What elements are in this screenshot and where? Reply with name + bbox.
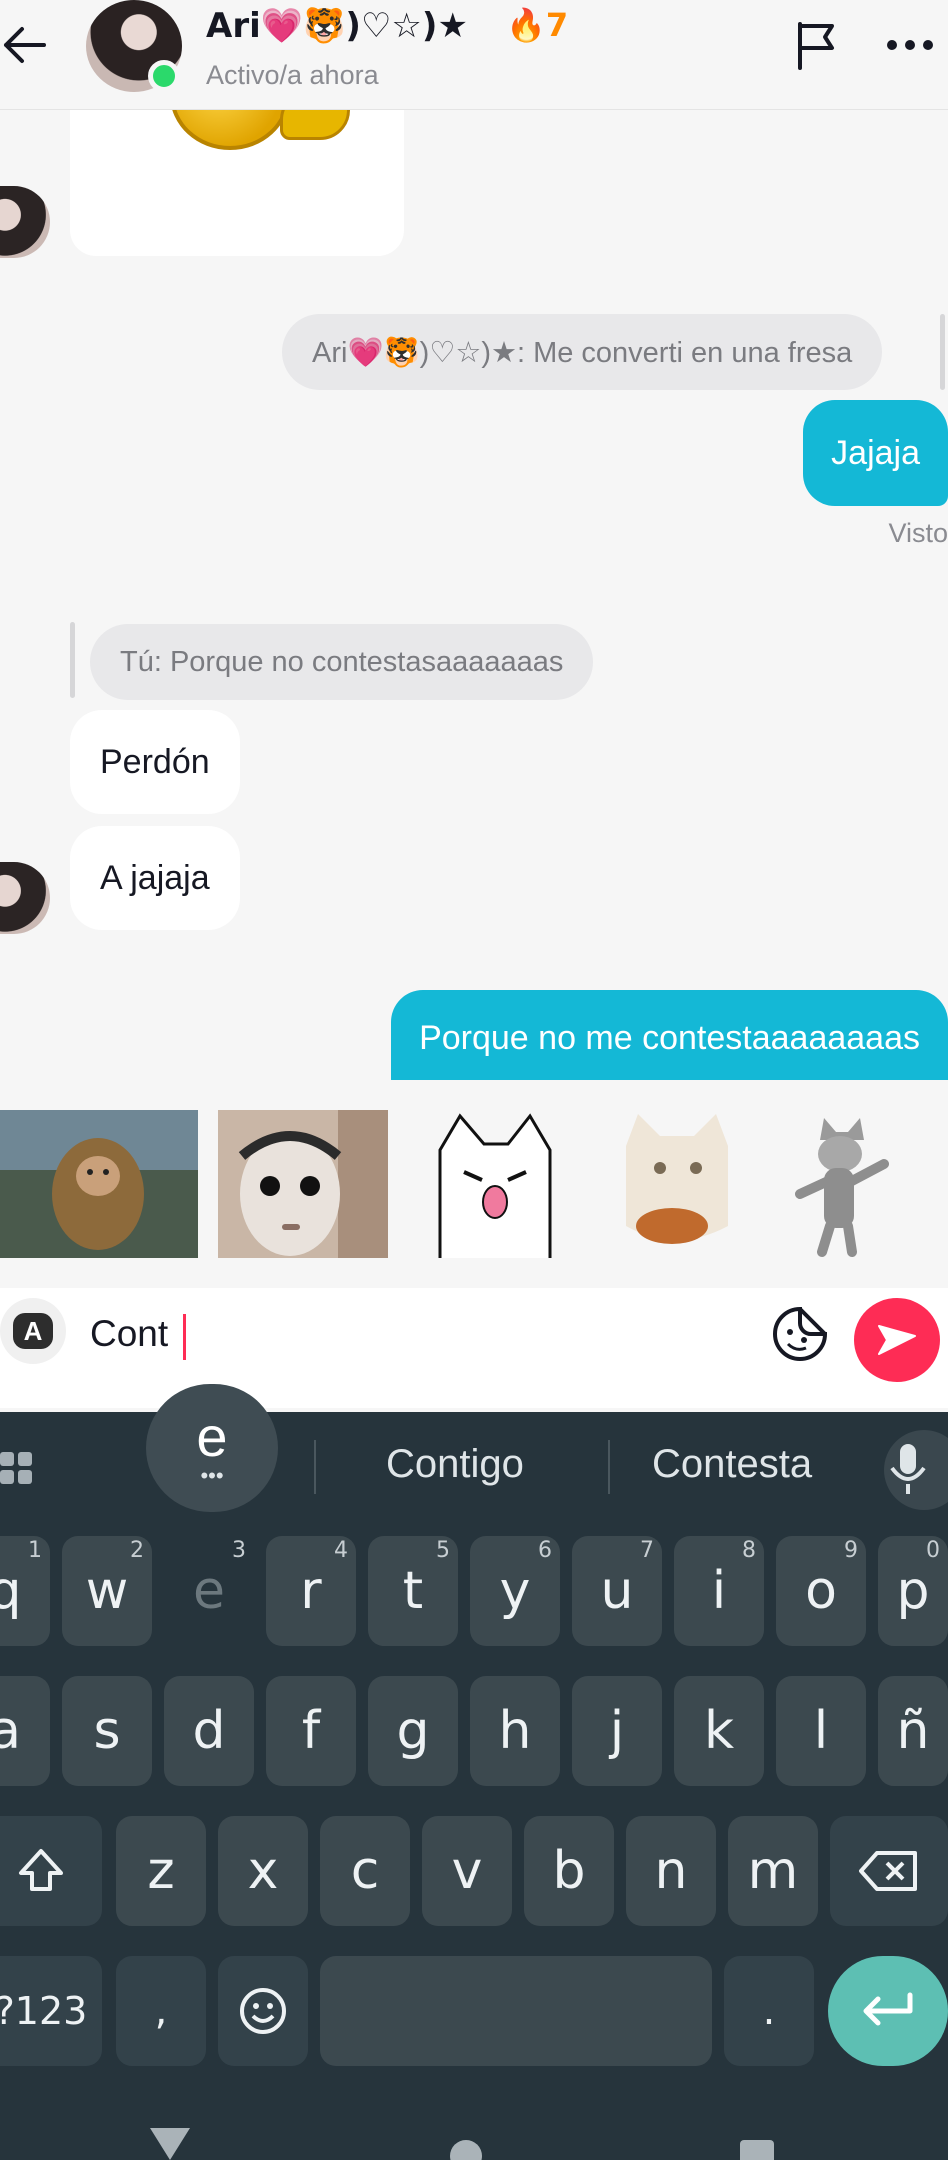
keyboard-switch-button[interactable]: A xyxy=(0,1298,66,1364)
key-k[interactable]: k xyxy=(674,1676,764,1786)
key-u[interactable]: u7 xyxy=(572,1536,662,1646)
reply-quote-received[interactable]: Ari💗🐯)♡☆)★: Me converti en una fresa xyxy=(282,314,883,390)
sticker-cat-with-bread[interactable] xyxy=(612,1110,742,1258)
sticker-white-cat[interactable] xyxy=(420,1110,570,1258)
suggestion-divider xyxy=(314,1440,316,1494)
key-j[interactable]: j xyxy=(572,1676,662,1786)
sticker-picker-icon[interactable] xyxy=(770,1304,830,1364)
active-status: Activo/a ahora xyxy=(206,60,379,90)
message-input[interactable] xyxy=(90,1300,730,1368)
key-n-tilde[interactable]: ñ xyxy=(878,1676,948,1786)
message-list[interactable]: Ari💗🐯)♡☆)★: Me converti en una fresa Jaj… xyxy=(0,110,948,1080)
received-message[interactable]: Perdón xyxy=(70,710,240,814)
flame-icon: 🔥 xyxy=(506,6,546,44)
key-t[interactable]: t5 xyxy=(368,1536,458,1646)
message-composer: A xyxy=(0,1288,948,1408)
emoji-sticker-image xyxy=(170,110,290,150)
more-options-icon[interactable] xyxy=(880,18,940,72)
suggestion-bar: Contigo Contesta xyxy=(0,1412,948,1522)
key-b[interactable]: b xyxy=(524,1816,614,1926)
smiley-icon xyxy=(240,1988,286,2034)
key-n[interactable]: n xyxy=(626,1816,716,1926)
online-status-dot xyxy=(148,60,180,92)
key-r[interactable]: r4 xyxy=(266,1536,356,1646)
symbols-key[interactable]: ?123 xyxy=(0,1956,102,2066)
key-s[interactable]: s xyxy=(62,1676,152,1786)
backspace-icon xyxy=(859,1851,917,1891)
key-h[interactable]: h xyxy=(470,1676,560,1786)
period-key[interactable]: . xyxy=(724,1956,814,2066)
key-a[interactable]: a xyxy=(0,1676,50,1786)
reply-quote-bar xyxy=(70,622,75,698)
key-y[interactable]: y6 xyxy=(470,1536,560,1646)
sent-message[interactable]: Jajaja xyxy=(803,400,948,506)
report-flag-icon[interactable] xyxy=(790,18,844,72)
space-bar[interactable] xyxy=(320,1956,712,2066)
key-z[interactable]: z xyxy=(116,1816,206,1926)
sent-message[interactable]: Porque no me contestaaaaaaaas xyxy=(391,990,948,1080)
sender-avatar[interactable] xyxy=(0,862,50,934)
voice-input-mic-icon[interactable] xyxy=(884,1430,948,1510)
suggestion-contesta[interactable]: Contesta xyxy=(652,1442,812,1487)
received-message[interactable]: A jajaja xyxy=(70,826,240,930)
keyboard-apps-icon[interactable] xyxy=(0,1448,32,1492)
system-navigation-bar xyxy=(0,2118,948,2160)
key-i[interactable]: i8 xyxy=(674,1536,764,1646)
shift-arrow-icon xyxy=(19,1849,63,1891)
key-o[interactable]: o9 xyxy=(776,1536,866,1646)
reply-quote-mine[interactable]: Tú: Porque no contestasaaaaaaas xyxy=(90,624,594,700)
sender-avatar[interactable] xyxy=(0,186,50,258)
send-arrow-icon xyxy=(878,1325,916,1355)
emoji-key[interactable] xyxy=(218,1956,308,2066)
comma-key[interactable]: , xyxy=(116,1956,206,2066)
send-button[interactable] xyxy=(854,1298,940,1382)
enter-key[interactable] xyxy=(828,1956,948,2066)
streak-count: 7 xyxy=(545,6,569,44)
key-e[interactable]: e3 xyxy=(164,1536,254,1646)
back-arrow-icon[interactable] xyxy=(0,20,50,70)
streak-badge: 🔥7 xyxy=(506,6,568,44)
thumbs-up-sticker-part xyxy=(280,110,350,140)
key-g[interactable]: g xyxy=(368,1676,458,1786)
seen-status: Visto xyxy=(888,518,948,548)
suggestion-contigo[interactable]: Contigo xyxy=(386,1442,524,1487)
sticker-weird-face[interactable] xyxy=(218,1110,388,1258)
key-x[interactable]: x xyxy=(218,1816,308,1926)
key-l[interactable]: l xyxy=(776,1676,866,1786)
suggestion-divider xyxy=(608,1440,610,1494)
key-p[interactable]: p0 xyxy=(878,1536,948,1646)
key-d[interactable]: d xyxy=(164,1676,254,1786)
return-arrow-icon xyxy=(863,1992,913,2026)
sticker-suggestions xyxy=(0,1100,948,1270)
contact-name[interactable]: Ari💗🐯)♡☆)★ xyxy=(206,6,468,46)
received-sticker-message[interactable] xyxy=(70,110,404,256)
nav-home-icon xyxy=(450,2140,482,2160)
chat-header: Ari💗🐯)♡☆)★ 🔥7 Activo/a ahora xyxy=(0,0,948,110)
keyboard-a-icon: A xyxy=(13,1313,53,1349)
key-c[interactable]: c xyxy=(320,1816,410,1926)
nav-back-icon xyxy=(150,2128,190,2160)
backspace-key[interactable] xyxy=(830,1816,948,1926)
onscreen-keyboard: Contigo Contesta e ••• q1 w2 e3 r4 t5 y6… xyxy=(0,1384,948,2160)
nav-recents-icon xyxy=(740,2140,774,2160)
shift-key[interactable] xyxy=(0,1816,102,1926)
key-preview-popup: e ••• xyxy=(146,1384,278,1512)
key-w[interactable]: w2 xyxy=(62,1536,152,1646)
key-m[interactable]: m xyxy=(728,1816,818,1926)
key-q[interactable]: q1 xyxy=(0,1536,50,1646)
sticker-monkey[interactable] xyxy=(0,1110,198,1258)
key-v[interactable]: v xyxy=(422,1816,512,1926)
sticker-dancing-cat[interactable] xyxy=(790,1110,890,1258)
key-f[interactable]: f xyxy=(266,1676,356,1786)
reply-quote-bar xyxy=(940,314,945,390)
text-caret xyxy=(183,1314,186,1360)
